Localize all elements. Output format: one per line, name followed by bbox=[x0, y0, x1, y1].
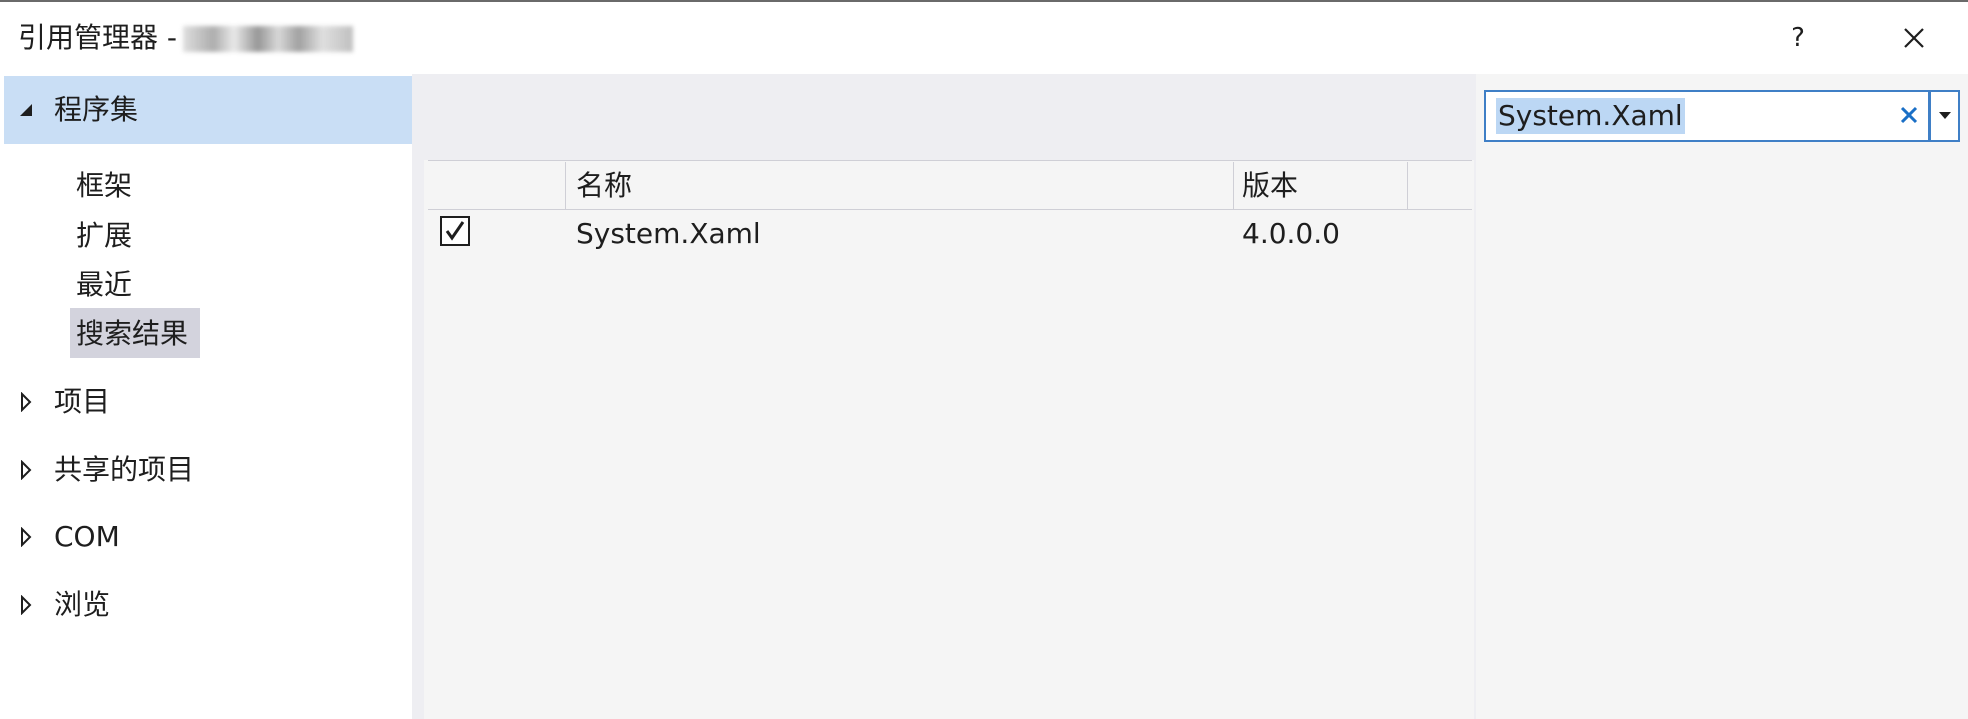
collapsed-triangle-icon bbox=[21, 392, 32, 412]
clear-search-button[interactable] bbox=[1894, 100, 1924, 130]
column-divider[interactable] bbox=[1233, 162, 1234, 210]
collapsed-triangle-icon bbox=[21, 527, 32, 547]
panel-gap bbox=[412, 74, 424, 719]
nav-subitem-extensions[interactable]: 扩展 bbox=[76, 218, 132, 254]
row-name-cell[interactable]: System.Xaml bbox=[576, 216, 761, 252]
nav-subitem-recent[interactable]: 最近 bbox=[76, 267, 132, 303]
window-title-label: 引用管理器 - bbox=[18, 21, 178, 54]
nav-item-shared-projects[interactable]: 共享的项目 bbox=[54, 452, 194, 488]
checkmark-icon bbox=[445, 221, 465, 241]
clear-icon bbox=[1900, 106, 1918, 124]
details-panel bbox=[1476, 74, 1968, 719]
nav-item-com[interactable]: COM bbox=[54, 519, 120, 555]
collapsed-triangle-icon bbox=[21, 460, 32, 480]
row-checkbox[interactable] bbox=[440, 216, 470, 246]
nav-item-browse[interactable]: 浏览 bbox=[54, 587, 110, 623]
collapsed-triangle-icon bbox=[21, 595, 32, 615]
help-button[interactable]: ? bbox=[1778, 20, 1818, 56]
expanded-triangle-icon bbox=[20, 104, 32, 116]
nav-item-assemblies[interactable]: 程序集 bbox=[54, 92, 138, 128]
left-navigation: 程序集 框架 扩展 最近 搜索结果 项目 共享的项目 COM 浏览 bbox=[0, 74, 412, 719]
nav-item-projects[interactable]: 项目 bbox=[54, 384, 110, 420]
column-header-name[interactable]: 名称 bbox=[576, 168, 632, 204]
close-button[interactable] bbox=[1890, 18, 1938, 58]
nav-subitem-search-results[interactable]: 搜索结果 bbox=[76, 316, 188, 352]
reference-manager-window: 引用管理器 - ? 程序集 框架 扩展 最近 搜索结果 项目 共享的项目 COM… bbox=[0, 0, 1968, 719]
window-title: 引用管理器 - bbox=[18, 20, 354, 56]
column-divider[interactable] bbox=[565, 162, 566, 210]
nav-subitem-framework[interactable]: 框架 bbox=[76, 168, 132, 204]
search-input-value[interactable]: System.Xaml bbox=[1496, 98, 1685, 134]
search-input[interactable]: System.Xaml bbox=[1484, 90, 1930, 142]
search-history-dropdown[interactable] bbox=[1930, 90, 1960, 142]
title-bar: 引用管理器 - ? bbox=[0, 2, 1968, 74]
close-icon bbox=[1904, 28, 1924, 48]
column-header-version[interactable]: 版本 bbox=[1242, 168, 1298, 204]
row-version-cell[interactable]: 4.0.0.0 bbox=[1242, 216, 1340, 252]
redacted-project-name bbox=[183, 26, 354, 52]
column-divider[interactable] bbox=[1407, 162, 1408, 210]
